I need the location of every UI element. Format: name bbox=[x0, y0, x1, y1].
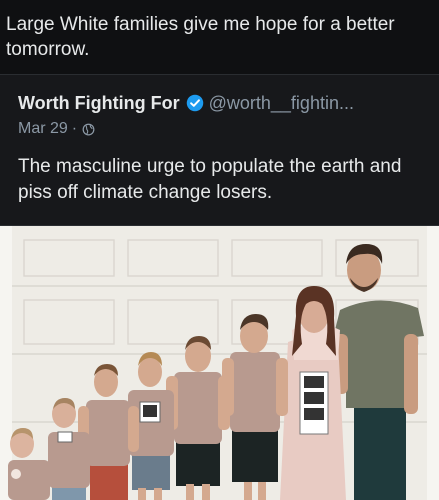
globe-icon bbox=[82, 123, 95, 135]
quoted-post-text: The masculine urge to populate the earth… bbox=[18, 156, 402, 203]
verified-badge-icon bbox=[186, 94, 203, 112]
quoted-author-handle[interactable]: @worth__fightin... bbox=[209, 93, 354, 114]
quoted-post-card[interactable]: Worth Fighting For @worth__fightin... Ma… bbox=[0, 74, 439, 226]
meta-separator: · bbox=[71, 120, 78, 137]
quoted-post-meta: Mar 29 · bbox=[18, 119, 96, 139]
quoted-author-name[interactable]: Worth Fighting For bbox=[18, 93, 180, 114]
quoted-post-date[interactable]: Mar 29 bbox=[18, 120, 68, 138]
post-text: Large White families give me hope for a … bbox=[6, 14, 395, 60]
quoted-post-header: Worth Fighting For @worth__fightin... bbox=[18, 92, 354, 114]
family-photo[interactable] bbox=[0, 226, 439, 500]
